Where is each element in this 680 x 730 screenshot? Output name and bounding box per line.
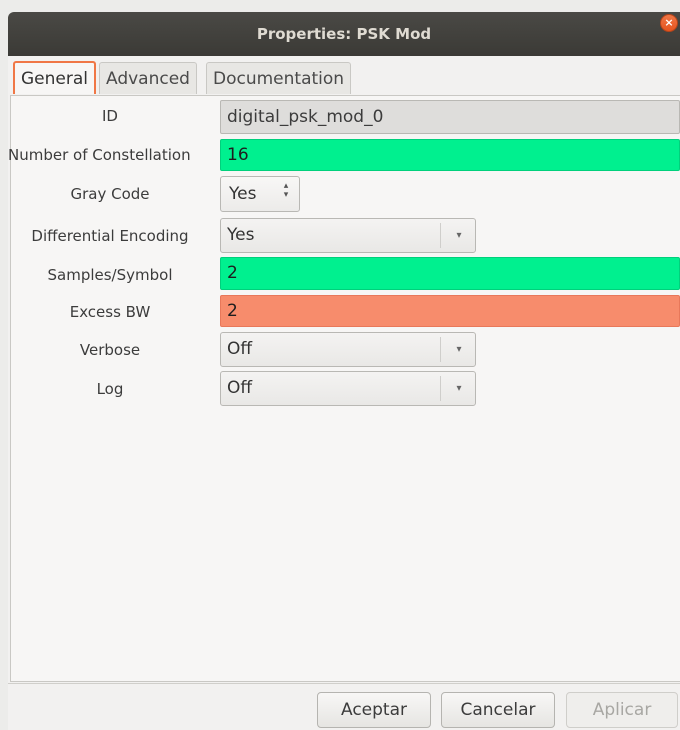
chevron-down-icon[interactable]: ▾	[449, 219, 469, 252]
divider	[8, 683, 680, 684]
verbose-value: Off	[227, 339, 253, 359]
gray-code-value: Yes	[229, 184, 257, 204]
spin-updown-icon[interactable]: ▴ ▾	[281, 182, 291, 200]
log-value: Off	[227, 378, 253, 398]
window-title: Properties: PSK Mod	[256, 25, 432, 43]
differential-label: Differential Encoding	[31, 227, 189, 245]
constellation-label: Number of Constellation	[8, 146, 191, 164]
chevron-down-icon[interactable]: ▾	[449, 333, 469, 366]
constellation-field[interactable]: 16	[220, 139, 680, 171]
id-label: ID	[102, 107, 118, 125]
verbose-dropdown[interactable]: Off ▾	[220, 332, 476, 367]
apply-button[interactable]: Aplicar	[566, 692, 678, 728]
differential-value: Yes	[227, 225, 255, 245]
accept-button[interactable]: Aceptar	[317, 692, 431, 728]
cancel-button[interactable]: Cancelar	[441, 692, 555, 728]
chevron-down-icon[interactable]: ▾	[449, 372, 469, 405]
excess-bw-label: Excess BW	[69, 303, 151, 321]
tab-documentation[interactable]: Documentation	[206, 62, 352, 94]
tab-advanced[interactable]: Advanced	[99, 62, 197, 94]
tab-general[interactable]: General	[13, 61, 96, 94]
gray-code-spinner[interactable]: Yes ▴ ▾	[220, 176, 300, 212]
gray-code-label: Gray Code	[70, 185, 150, 203]
excess-bw-field[interactable]: 2	[220, 295, 680, 327]
dropdown-separator	[440, 223, 441, 248]
differential-dropdown[interactable]: Yes ▾	[220, 218, 476, 253]
samples-label: Samples/Symbol	[47, 266, 173, 284]
verbose-label: Verbose	[79, 341, 141, 359]
id-field[interactable]: digital_psk_mod_0	[220, 100, 680, 134]
log-dropdown[interactable]: Off ▾	[220, 371, 476, 406]
dropdown-separator	[440, 337, 441, 362]
close-icon[interactable]: ×	[660, 14, 678, 32]
dropdown-separator	[440, 376, 441, 401]
log-label: Log	[96, 380, 124, 398]
samples-field[interactable]: 2	[220, 257, 680, 290]
title-bar[interactable]: Properties: PSK Mod	[8, 12, 680, 56]
